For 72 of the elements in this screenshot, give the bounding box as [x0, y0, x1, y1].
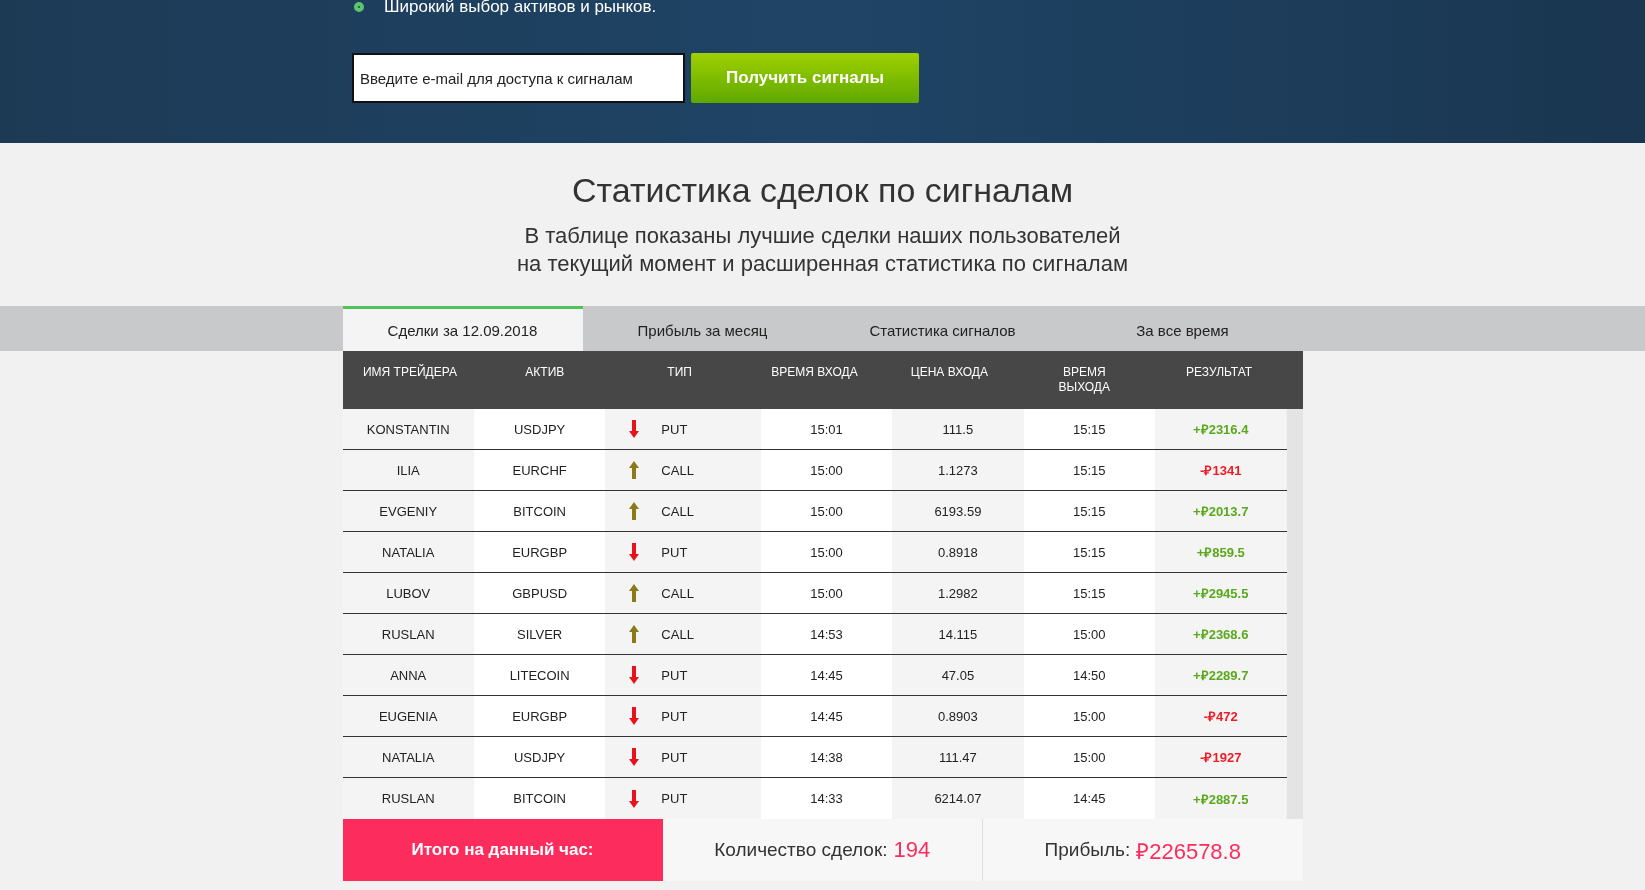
section-title: Статистика сделок по сигналам	[571, 171, 1074, 210]
option-type: CALL	[661, 626, 694, 642]
option-type: CALL	[661, 462, 694, 478]
table-cell: 15:15	[1023, 450, 1156, 490]
profit-label: Прибыль:	[1044, 839, 1131, 861]
option-type: PUT	[661, 791, 688, 806]
column-header: ИМЯ ТРЕЙДЕРА	[361, 363, 458, 381]
table-cell: 15:15	[1023, 573, 1156, 613]
table-cell: USDJPY	[473, 737, 606, 777]
tab[interactable]: Сделки за 12.09.2018	[342, 306, 583, 351]
table-cell: 15:00	[1023, 696, 1156, 736]
result-value: +₽859.5	[1196, 544, 1245, 561]
table-cell: 15:15	[1023, 409, 1156, 449]
table-cell: USDJPY	[473, 409, 606, 449]
ring-icon	[354, 2, 364, 12]
table-cell: 14:50	[1023, 655, 1156, 695]
table-cell: LITECOIN	[473, 655, 606, 695]
table-cell: 14:45	[760, 655, 893, 695]
result-value: +₽2013.7	[1193, 503, 1249, 520]
result-value: +₽2887.5	[1193, 790, 1249, 808]
count-label: Количество сделок:	[714, 839, 888, 861]
scrollbar[interactable]	[1286, 409, 1303, 819]
result-value: -₽1341	[1200, 462, 1242, 479]
table-cell: 15:00	[760, 491, 893, 531]
option-type: PUT	[661, 667, 688, 683]
result-value: -₽472	[1203, 708, 1238, 725]
table-cell: 14:53	[760, 614, 893, 654]
option-type: CALL	[661, 585, 694, 601]
table-cell: 15:01	[760, 409, 893, 449]
table-cell: 15:00	[760, 532, 893, 572]
column-header: ЦЕНА ВХОДА	[909, 364, 989, 381]
table-cell: 14:45	[760, 696, 893, 736]
table-cell: 14:38	[760, 737, 893, 777]
table-cell: 15:15	[1023, 532, 1156, 572]
section-subtitle: В таблице показаны лучшие сделки наших пользователей на текущий момент и расширенная статистика по сигналам	[516, 222, 1129, 278]
table-cell: 14:33	[760, 778, 893, 819]
table-cell: 15:00	[760, 573, 893, 613]
email-field[interactable]: Введите e-mail для доступа к сигналам	[352, 53, 685, 103]
table-cell: EURGBP	[473, 532, 606, 572]
result-value: +₽2289.7	[1193, 667, 1249, 684]
result-value: +₽2316.4	[1193, 421, 1249, 438]
table-cell: 15:00	[760, 450, 893, 490]
table-cell: EURCHF	[473, 450, 606, 490]
result-value: +₽2945.5	[1193, 585, 1249, 602]
table-cell: EURGBP	[473, 696, 606, 736]
table-cell: 15:00	[1023, 614, 1156, 654]
tab[interactable]: За все время	[1062, 306, 1303, 351]
option-type: PUT	[661, 421, 688, 437]
table-cell: 15:15	[1023, 491, 1156, 531]
count-value: 194	[893, 837, 931, 863]
option-type: CALL	[661, 503, 694, 519]
option-type: PUT	[661, 749, 688, 765]
result-value: +₽2368.6	[1193, 626, 1249, 643]
column-header: ТИП	[666, 364, 693, 381]
table-cell: SILVER	[473, 614, 606, 654]
totals-label: Итого на данный час:	[342, 819, 663, 881]
option-type: PUT	[661, 544, 688, 560]
column-header: АКТИВ	[524, 364, 566, 381]
profit-value: ₽226578.8	[1136, 838, 1241, 865]
option-type: PUT	[661, 708, 688, 724]
table-cell: 15:00	[1023, 737, 1156, 777]
table-cell: BITCOIN	[473, 778, 606, 819]
column-header: ВРЕМЯ ВЫХОДА	[1057, 364, 1111, 396]
column-header: РЕЗУЛЬТАТ	[1185, 364, 1254, 381]
table-cell: GBPUSD	[473, 573, 606, 613]
feature-text: Широкий выбор активов и рынков.	[384, 0, 657, 14]
table-cell: 14:45	[1023, 778, 1156, 819]
tab[interactable]: Прибыль за месяц	[582, 306, 823, 351]
table-cell: BITCOIN	[473, 491, 606, 531]
result-value: -₽1927	[1200, 749, 1242, 766]
column-header: ВРЕМЯ ВХОДА	[770, 364, 859, 381]
tab[interactable]: Статистика сигналов	[822, 306, 1063, 351]
